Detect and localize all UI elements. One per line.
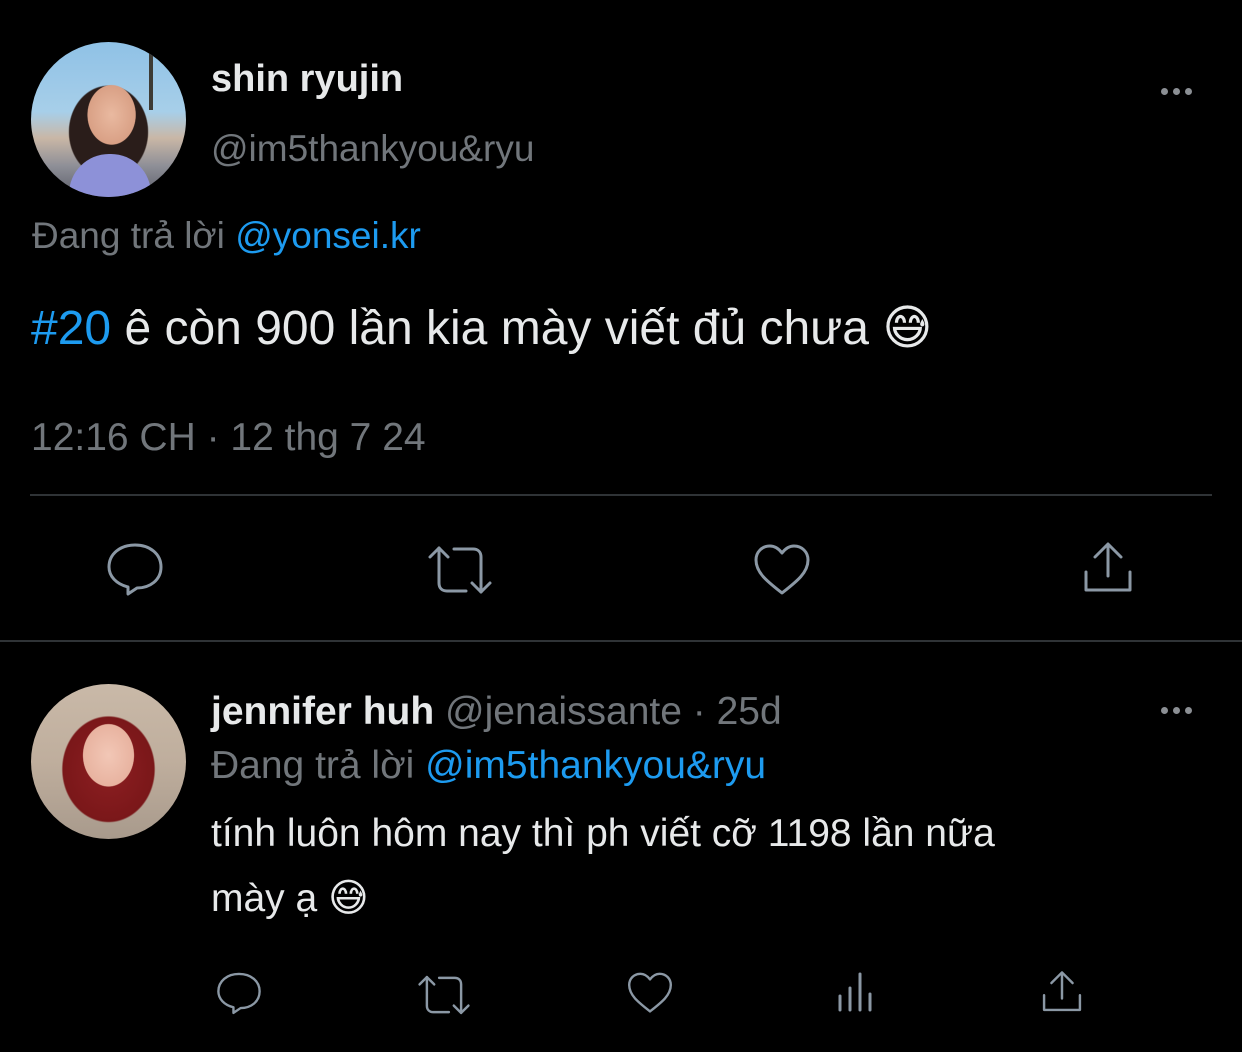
avatar-shirt [69, 154, 151, 197]
emoji: 😅 [328, 877, 369, 920]
avatar-background-palm [149, 50, 153, 110]
share-icon[interactable] [1081, 540, 1135, 596]
replying-to-link[interactable]: @yonsei.kr [235, 215, 421, 256]
tweet-body: ê còn 900 lần kia mày viết đủ chưa [124, 302, 869, 355]
avatar[interactable] [31, 684, 186, 839]
like-icon[interactable] [752, 543, 812, 597]
replying-to-line: Đang trả lời @yonsei.kr [32, 215, 421, 257]
more-options-icon[interactable] [1161, 707, 1192, 714]
like-icon[interactable] [626, 971, 674, 1015]
replying-label: Đang trả lời [32, 215, 225, 256]
handle[interactable]: @im5thankyou&ryu [211, 128, 534, 170]
emoji: 😅 [882, 302, 933, 355]
share-icon[interactable] [1040, 969, 1084, 1015]
hashtag-link[interactable]: #20 [31, 302, 111, 355]
retweet-icon[interactable] [416, 973, 472, 1017]
handle[interactable]: @jenaissante [445, 690, 682, 733]
replying-to-link[interactable]: @im5thankyou&ryu [425, 744, 766, 787]
tweet-text: #20 ê còn 900 lần kia mày viết đủ chưa 😅 [31, 300, 932, 356]
analytics-icon[interactable] [835, 970, 877, 1014]
reply-icon[interactable] [216, 970, 262, 1016]
reply-text-line2: mày ạ 😅 [211, 876, 369, 921]
reply-icon[interactable] [106, 541, 164, 597]
replying-to-line: Đang trả lời @im5thankyou&ryu [211, 744, 766, 788]
reply-text-line1: tính luôn hôm nay thì ph viết cỡ 1198 lầ… [211, 812, 995, 855]
reply-body: mày ạ [211, 877, 318, 920]
separator: · [692, 690, 706, 733]
reply-age[interactable]: 25d [717, 690, 782, 733]
more-options-icon[interactable] [1161, 88, 1192, 95]
replying-label: Đang trả lời [211, 744, 415, 787]
display-name[interactable]: jennifer huh [211, 690, 434, 733]
retweet-icon[interactable] [426, 543, 494, 597]
avatar[interactable] [31, 42, 186, 197]
divider [30, 494, 1212, 496]
timestamp[interactable]: 12:16 CH · 12 thg 7 24 [31, 416, 426, 460]
display-name[interactable]: shin ryujin [211, 58, 403, 101]
divider [0, 640, 1242, 642]
reply-header: jennifer huh @jenaissante · 25d [211, 690, 782, 734]
